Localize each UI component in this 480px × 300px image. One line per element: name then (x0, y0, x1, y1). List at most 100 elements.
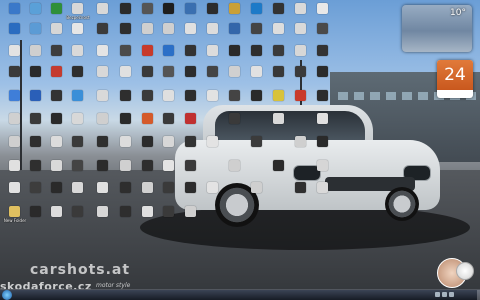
desktop-icon[interactable] (312, 23, 334, 47)
desktop-icon[interactable] (224, 90, 246, 114)
desktop-icon[interactable] (67, 23, 89, 47)
desktop-icon[interactable] (115, 23, 137, 47)
desktop-icon[interactable] (312, 136, 334, 160)
desktop-icon[interactable] (137, 136, 159, 160)
desktop-icon[interactable] (25, 23, 47, 47)
desktop-icon[interactable] (158, 136, 180, 160)
desktop-icon[interactable] (67, 160, 89, 184)
desktop-icon[interactable] (180, 113, 202, 137)
desktop-icon[interactable] (246, 66, 268, 90)
desktop-icon[interactable] (158, 160, 180, 184)
avatar-secondary[interactable] (456, 262, 474, 280)
desktop-icon[interactable] (46, 206, 68, 230)
desktop-icon[interactable] (67, 136, 89, 160)
desktop-icon[interactable] (46, 113, 68, 137)
desktop-icon[interactable] (4, 66, 26, 90)
desktop-icon[interactable] (25, 66, 47, 90)
desktop-icon[interactable] (115, 90, 137, 114)
desktop-icon[interactable] (268, 66, 290, 90)
desktop-icon[interactable] (290, 23, 312, 47)
desktop-icon[interactable] (246, 90, 268, 114)
desktop-icon[interactable] (67, 182, 89, 206)
desktop-icon[interactable] (92, 90, 114, 114)
desktop-icon[interactable] (180, 136, 202, 160)
desktop-icon[interactable] (46, 160, 68, 184)
desktop-icon[interactable] (246, 136, 268, 160)
desktop-icon[interactable] (67, 113, 89, 137)
desktop-icon[interactable] (115, 160, 137, 184)
desktop-icon[interactable] (180, 66, 202, 90)
desktop-icon[interactable] (180, 206, 202, 230)
desktop-icon[interactable] (92, 160, 114, 184)
network-icon[interactable] (435, 292, 440, 297)
desktop-icon[interactable] (312, 113, 334, 137)
desktop-icon[interactable] (158, 90, 180, 114)
desktop-icon[interactable] (158, 113, 180, 137)
desktop-icon[interactable] (158, 206, 180, 230)
desktop-icon[interactable] (268, 23, 290, 47)
desktop-icon[interactable] (224, 23, 246, 47)
desktop-icon[interactable] (268, 90, 290, 114)
desktop-icon[interactable] (25, 160, 47, 184)
desktop-icon[interactable] (290, 66, 312, 90)
desktop-icon[interactable] (202, 90, 224, 114)
desktop-icon[interactable] (67, 90, 89, 114)
desktop-icon[interactable] (25, 136, 47, 160)
desktop-icon[interactable] (4, 136, 26, 160)
desktop-icon[interactable] (158, 66, 180, 90)
desktop-icon[interactable] (290, 136, 312, 160)
desktop-icon[interactable] (224, 160, 246, 184)
desktop-icon[interactable] (46, 90, 68, 114)
desktop-icon[interactable] (180, 23, 202, 47)
desktop-icon[interactable] (137, 182, 159, 206)
desktop-icon[interactable] (312, 182, 334, 206)
desktop-icon[interactable] (180, 182, 202, 206)
desktop[interactable]: Bezpečnost New Folder 10° 24 carshots.at … (0, 0, 480, 300)
weather-gadget[interactable]: 10° (402, 5, 472, 52)
desktop-icon[interactable] (290, 182, 312, 206)
desktop-icon[interactable] (92, 66, 114, 90)
calendar-gadget[interactable]: 24 (437, 60, 473, 98)
desktop-icon[interactable] (158, 23, 180, 47)
desktop-icon[interactable] (137, 160, 159, 184)
desktop-icon[interactable] (246, 23, 268, 47)
start-button[interactable] (2, 290, 12, 300)
desktop-icon[interactable] (312, 160, 334, 184)
desktop-icon[interactable] (67, 66, 89, 90)
desktop-icon[interactable] (202, 182, 224, 206)
desktop-icon[interactable] (25, 113, 47, 137)
desktop-icon[interactable] (202, 23, 224, 47)
desktop-icon[interactable] (202, 66, 224, 90)
desktop-icon[interactable] (4, 113, 26, 137)
flag-icon[interactable] (449, 292, 454, 297)
desktop-icon[interactable] (290, 90, 312, 114)
desktop-icon[interactable] (137, 113, 159, 137)
desktop-icon[interactable] (158, 182, 180, 206)
desktop-icon[interactable] (4, 23, 26, 47)
desktop-icon[interactable] (115, 113, 137, 137)
desktop-icon[interactable] (268, 160, 290, 184)
desktop-icon[interactable] (92, 23, 114, 47)
desktop-icon[interactable] (25, 90, 47, 114)
desktop-icon[interactable] (92, 136, 114, 160)
desktop-icon[interactable] (202, 136, 224, 160)
desktop-icon[interactable] (246, 182, 268, 206)
desktop-icon[interactable] (224, 66, 246, 90)
desktop-icon[interactable] (180, 90, 202, 114)
desktop-icon[interactable] (92, 182, 114, 206)
desktop-icon[interactable] (46, 66, 68, 90)
desktop-icon[interactable] (137, 206, 159, 230)
desktop-icon[interactable]: New Folder (4, 206, 26, 230)
desktop-icon[interactable] (312, 66, 334, 90)
desktop-icon[interactable] (115, 136, 137, 160)
desktop-icon[interactable] (4, 90, 26, 114)
desktop-icon[interactable] (137, 66, 159, 90)
desktop-icon[interactable] (46, 182, 68, 206)
desktop-icon[interactable] (46, 23, 68, 47)
desktop-icon[interactable] (92, 113, 114, 137)
desktop-icon[interactable] (268, 113, 290, 137)
desktop-icon[interactable] (224, 113, 246, 137)
desktop-icon[interactable] (46, 136, 68, 160)
desktop-icon[interactable] (137, 90, 159, 114)
desktop-icon[interactable] (4, 160, 26, 184)
